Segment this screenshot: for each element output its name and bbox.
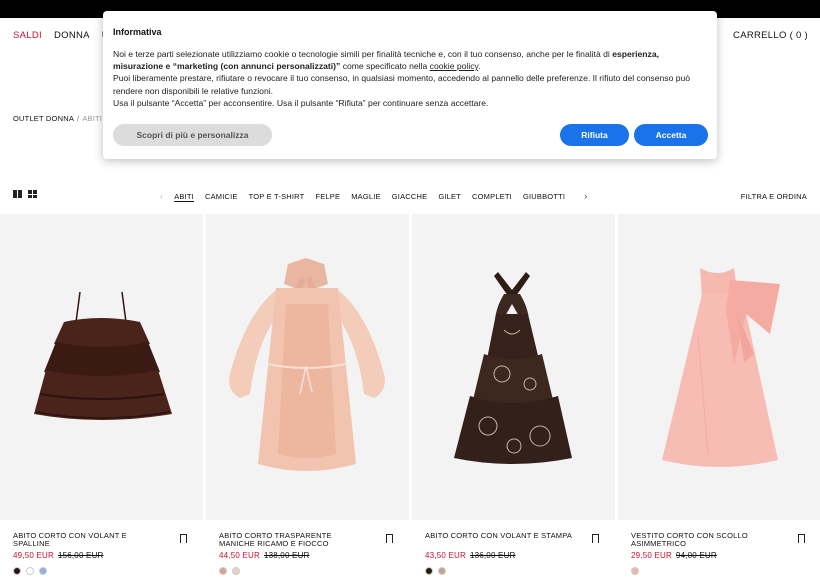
product-name[interactable]: ABITO CORTO TRASPARENTE MANICHE RICAMO E… [219,532,369,547]
original-price: 138,00 EUR [263,551,310,560]
nav-item-saldi[interactable]: SALDI [13,30,42,41]
product-price: 43,50 EUR 136,00 EUR [425,551,516,560]
cookie-text-part: come specificato nella [340,61,430,72]
color-swatch[interactable] [232,567,240,575]
cookie-consent-dialog: Informativa Noi e terze parti selezionat… [103,11,717,159]
filter-sort-button[interactable]: FILTRA E ORDINA [741,192,807,201]
tab-maglie[interactable]: MAGLIE [351,192,381,201]
tab-felpe[interactable]: FELPE [315,192,340,201]
color-swatch[interactable] [631,567,639,575]
sale-price: 29,50 EUR [631,551,672,560]
breadcrumb-current: ABITI [82,114,103,123]
cookie-text-part: . [478,61,481,72]
cookie-text-paragraph-3: Usa il pulsante “Accetta” per acconsenti… [113,97,489,108]
color-swatch[interactable] [39,567,47,575]
tab-abiti[interactable]: ABITI [174,192,194,201]
original-price: 94,00 EUR [675,551,717,560]
original-price: 136,00 EUR [469,551,516,560]
product-name[interactable]: VESTITO CORTO CON SCOLLO ASIMMETRICO [631,532,781,547]
original-price: 156,00 EUR [57,551,104,560]
product-price: 44,50 EUR 138,00 EUR [219,551,310,560]
bookmark-icon[interactable] [386,534,393,546]
product-name[interactable]: ABITO CORTO CON VOLANT E SPALLINE [13,532,163,547]
color-swatches [13,567,47,575]
cookie-policy-link[interactable]: cookie policy [430,61,479,71]
cookie-dialog-title: Informativa [113,27,162,37]
breadcrumb-separator: / [77,114,80,123]
chevron-left-icon[interactable]: ‹ [160,191,163,201]
color-swatch[interactable] [425,567,433,575]
product-price: 29,50 EUR 94,00 EUR [631,551,717,560]
four-column-view-icon[interactable] [28,190,37,198]
sale-price: 43,50 EUR [425,551,466,560]
color-swatch[interactable] [438,567,446,575]
listing-toolbar: ‹ ABITI CAMICIE TOP E T-SHIRT FELPE MAGL… [0,188,820,204]
color-swatch[interactable] [26,567,34,575]
tab-top-e-tshirt[interactable]: TOP E T-SHIRT [249,192,305,201]
product-grid: ABITO CORTO CON VOLANT E SPALLINE 49,50 … [0,214,820,575]
product-card[interactable]: ABITO CORTO CON VOLANT E STAMPA 43,50 EU… [412,214,615,575]
product-card[interactable]: ABITO CORTO TRASPARENTE MANICHE RICAMO E… [206,214,409,575]
bookmark-icon[interactable] [798,534,805,546]
product-price: 49,50 EUR 156,00 EUR [13,551,104,560]
color-swatch[interactable] [219,567,227,575]
tab-completi[interactable]: COMPLETI [472,192,512,201]
cart-link[interactable]: CARRELLO ( 0 ) [733,30,808,41]
color-swatches [425,567,446,575]
product-image-ruffle-dress[interactable] [0,214,203,520]
bookmark-icon[interactable] [592,534,599,546]
product-image-sheer-dress[interactable] [206,214,409,520]
breadcrumb-outlet-donna[interactable]: OUTLET DONNA [13,114,74,123]
learn-more-customize-button[interactable]: Scopri di più e personalizza [113,124,272,146]
product-card[interactable]: VESTITO CORTO CON SCOLLO ASIMMETRICO 29,… [618,214,820,575]
grid-toggle [13,190,37,198]
color-swatches [219,567,240,575]
cookie-text-paragraph-2: Puoi liberamente prestare, rifiutare o r… [113,73,691,96]
sale-price: 44,50 EUR [219,551,260,560]
category-tabs: ‹ ABITI CAMICIE TOP E T-SHIRT FELPE MAGL… [160,191,587,201]
bookmark-icon[interactable] [180,534,187,546]
color-swatches [631,567,639,575]
product-image-asymmetric-dress[interactable] [618,214,820,520]
two-column-view-icon[interactable] [13,190,22,198]
sale-price: 49,50 EUR [13,551,54,560]
product-image-printed-halter-dress[interactable] [412,214,615,520]
tab-giacche[interactable]: GIACCHE [392,192,428,201]
accept-button[interactable]: Accetta [634,124,708,146]
tab-giubbotti[interactable]: GIUBBOTTI [523,192,565,201]
cookie-text-part: Noi e terze parti selezionate utilizziam… [113,49,613,59]
cookie-dialog-text: Noi e terze parti selezionate utilizziam… [113,48,709,109]
breadcrumb: OUTLET DONNA / ABITI [13,114,102,123]
nav-item-donna[interactable]: DONNA [54,30,90,41]
chevron-right-icon[interactable]: › [584,191,587,201]
tab-camicie[interactable]: CAMICIE [205,192,238,201]
color-swatch[interactable] [13,567,21,575]
product-card[interactable]: ABITO CORTO CON VOLANT E SPALLINE 49,50 … [0,214,203,575]
reject-button[interactable]: Rifiuta [560,124,629,146]
product-name[interactable]: ABITO CORTO CON VOLANT E STAMPA [425,532,575,540]
tab-gilet[interactable]: GILET [438,192,461,201]
